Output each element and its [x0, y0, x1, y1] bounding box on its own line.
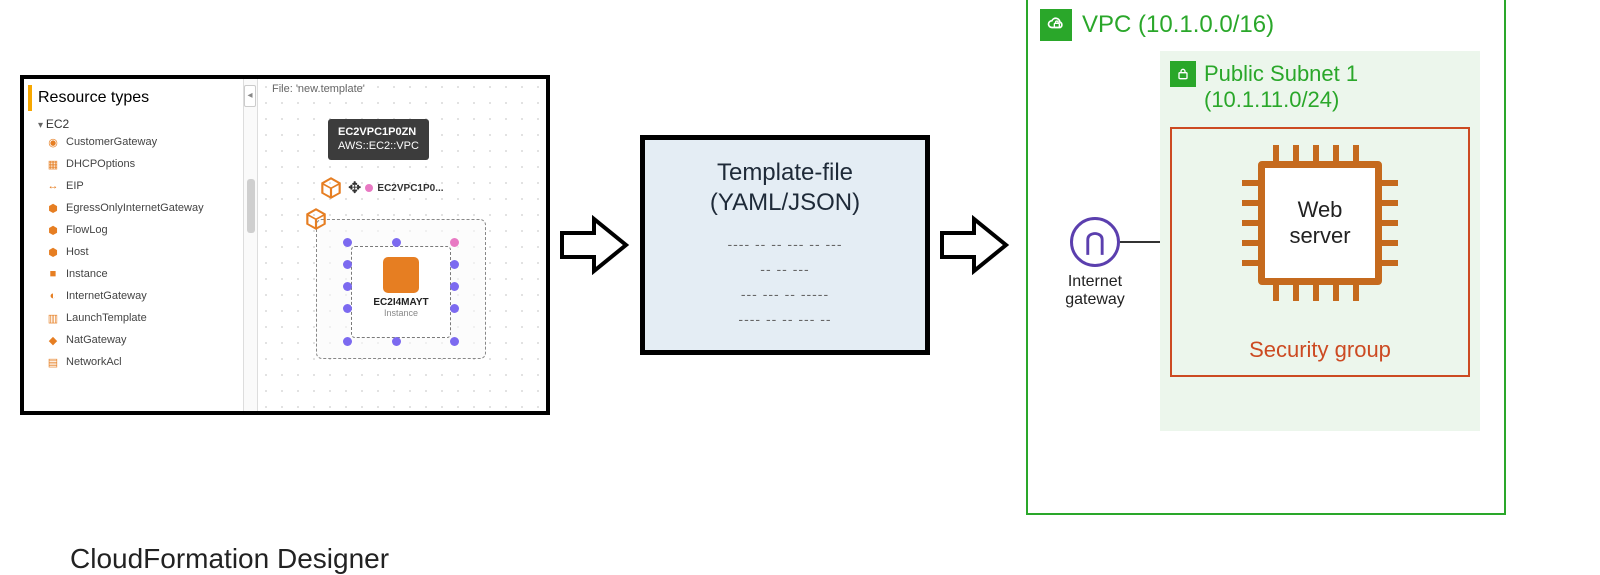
template-row: -- -- --- [669, 257, 901, 282]
arrow-right-icon [940, 215, 1010, 275]
cloud-lock-icon [1040, 9, 1072, 41]
resource-icon: ↔ [46, 179, 60, 193]
security-group-box: Webserver Security group [1170, 127, 1470, 377]
template-title-line1: Template-file [669, 158, 901, 188]
resource-icon: ⬢ [46, 245, 60, 259]
template-title-line2: (YAML/JSON) [669, 188, 901, 218]
resource-label: FlowLog [66, 224, 108, 236]
designer-canvas[interactable]: File: 'new.template' EC2VPC1P0ZN AWS::EC… [258, 79, 546, 411]
resource-label: DHCPOptions [66, 158, 135, 170]
template-file-box: Template-file (YAML/JSON) ---- -- -- ---… [640, 135, 930, 356]
designer-caption: CloudFormation Designer [70, 543, 389, 575]
move-cursor-icon: ✥ [348, 178, 361, 198]
resource-item-customergateway[interactable]: ◉ CustomerGateway [28, 131, 239, 153]
container-cube-icon [303, 206, 329, 232]
template-row: ---- -- -- --- -- --- [669, 232, 901, 257]
resource-label: EgressOnlyInternetGateway [66, 202, 204, 214]
resource-label: NetworkAcl [66, 356, 122, 368]
resource-item-egressonlyigw[interactable]: ⬢ EgressOnlyInternetGateway [28, 197, 239, 219]
resource-label: CustomerGateway [66, 136, 157, 148]
vpc-label: VPC (10.1.0.0/16) [1082, 11, 1274, 39]
instance-icon [383, 257, 419, 293]
resource-label: EIP [66, 180, 84, 192]
resource-label: InternetGateway [66, 290, 147, 302]
resource-item-flowlog[interactable]: ⬢ FlowLog [28, 219, 239, 241]
resource-icon: ⬢ [46, 223, 60, 237]
template-row: ---- -- -- --- -- [669, 307, 901, 332]
instance-node-name: EC2I4MAYT [352, 297, 450, 308]
internet-gateway-icon: ⋂ [1070, 217, 1120, 267]
resource-item-host[interactable]: ⬢ Host [28, 241, 239, 263]
canvas-file-label: File: 'new.template' [272, 83, 365, 95]
canvas-vpc-node[interactable]: ✥ EC2VPC1P0... [318, 175, 444, 201]
public-subnet-box: Public Subnet 1 (10.1.11.0/24) Webs [1160, 51, 1480, 431]
subnet-label: Public Subnet 1 [1204, 61, 1358, 87]
stack-vpc-box: VPC (10.1.0.0/16) ⋂ Internetgateway Publ… [1026, 0, 1506, 515]
subnet-cidr: (10.1.11.0/24) [1204, 87, 1470, 113]
resource-item-instance[interactable]: ■ Instance [28, 263, 239, 285]
resource-icon: ◐ [46, 289, 60, 303]
arrow-right-icon [560, 215, 630, 275]
resource-icon: ▤ [46, 355, 60, 369]
resource-item-dhcpoptions[interactable]: ▦ DHCPOptions [28, 153, 239, 175]
subnet-header: Public Subnet 1 [1170, 61, 1470, 87]
resource-icon: ▥ [46, 311, 60, 325]
canvas-resource-tooltip: EC2VPC1P0ZN AWS::EC2::VPC [328, 119, 429, 160]
security-group-label: Security group [1172, 337, 1468, 363]
connection-dot-icon [365, 184, 373, 192]
instance-node-type: Instance [352, 308, 450, 318]
sidebar-divider: ◂ [244, 79, 258, 411]
template-content-placeholder: ---- -- -- --- -- --- -- -- --- --- --- … [669, 232, 901, 333]
collapse-sidebar-button[interactable]: ◂ [244, 85, 256, 107]
resource-icon: ◉ [46, 135, 60, 149]
resource-item-internetgateway[interactable]: ◐ InternetGateway [28, 285, 239, 307]
resource-icon: ▦ [46, 157, 60, 171]
canvas-instance-container[interactable]: EC2I4MAYT Instance [316, 219, 486, 359]
resource-item-networkacl[interactable]: ▤ NetworkAcl [28, 351, 239, 373]
canvas-instance-node[interactable]: EC2I4MAYT Instance [351, 246, 451, 338]
lock-icon [1170, 61, 1196, 87]
resource-group-ec2[interactable]: EC2 [28, 117, 239, 131]
cloudformation-designer-panel: Resource types EC2 ◉ CustomerGateway ▦ DHC… [20, 75, 550, 415]
resource-label: NatGateway [66, 334, 127, 346]
vpc-node-label: EC2VPC1P0... [377, 183, 443, 194]
tooltip-line1: EC2VPC1P0ZN [338, 125, 419, 139]
resource-label: Instance [66, 268, 108, 280]
resource-label: Host [66, 246, 89, 258]
resource-item-launchtemplate[interactable]: ▥ LaunchTemplate [28, 307, 239, 329]
resource-types-sidebar: Resource types EC2 ◉ CustomerGateway ▦ DHC… [24, 79, 244, 411]
resource-types-header: Resource types [28, 85, 239, 111]
template-row: --- --- -- ----- [669, 282, 901, 307]
vpc-header: VPC (10.1.0.0/16) [1040, 9, 1492, 41]
resource-item-natgateway[interactable]: ◆ NatGateway [28, 329, 239, 351]
scrollbar-thumb[interactable] [247, 179, 255, 233]
resource-icon: ■ [46, 267, 60, 281]
igw-label: Internetgateway [1050, 273, 1140, 309]
diagram-row: Resource types EC2 ◉ CustomerGateway ▦ DHC… [20, 20, 1580, 470]
vpc-cube-icon [318, 175, 344, 201]
resource-icon: ◆ [46, 333, 60, 347]
web-server-label: Webserver [1258, 161, 1382, 285]
resource-icon: ⬢ [46, 201, 60, 215]
internet-gateway-node: ⋂ Internetgateway [1050, 217, 1140, 309]
resource-label: LaunchTemplate [66, 312, 147, 324]
resource-item-eip[interactable]: ↔ EIP [28, 175, 239, 197]
tooltip-line2: AWS::EC2::VPC [338, 139, 419, 153]
web-server-chip: Webserver [1240, 143, 1400, 303]
